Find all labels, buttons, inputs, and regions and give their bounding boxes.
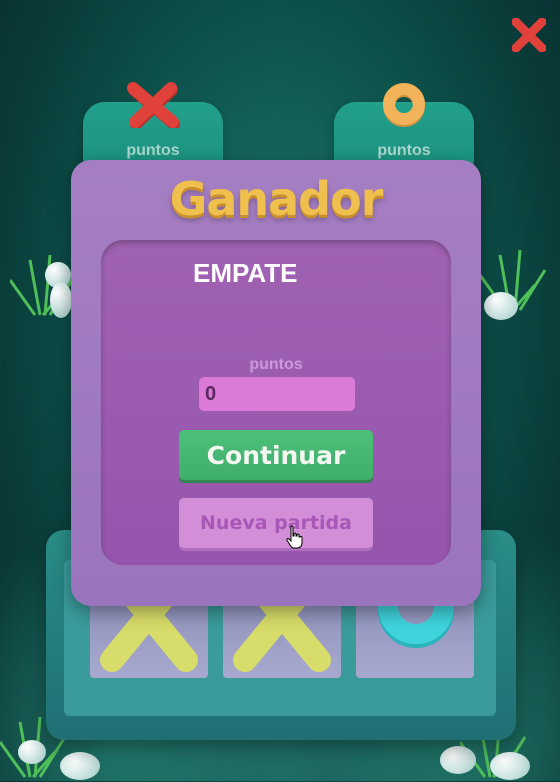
stone-decoration <box>60 752 100 780</box>
stone-decoration <box>18 740 46 764</box>
red-x-icon <box>127 82 180 128</box>
new-game-button[interactable]: Nueva partida <box>179 498 373 548</box>
stone-decoration <box>484 292 518 320</box>
winner-modal: Ganador EMPATE puntos Continuar Nueva pa… <box>71 160 481 606</box>
hand-pointer-icon <box>286 525 303 549</box>
stone-decoration <box>490 752 530 780</box>
orange-o-icon <box>383 83 425 127</box>
result-text: EMPATE <box>193 258 298 288</box>
player-o-points-label: puntos <box>377 142 431 159</box>
player-x-points-label: puntos <box>126 142 180 159</box>
stone-decoration <box>440 746 476 774</box>
modal-content-panel: EMPATE puntos Continuar Nueva partida <box>101 240 451 565</box>
modal-title: Ganador <box>169 172 384 226</box>
close-button[interactable] <box>511 17 547 53</box>
continue-button[interactable]: Continuar <box>179 430 373 480</box>
close-x-icon <box>511 17 547 53</box>
points-label: puntos <box>249 356 303 373</box>
points-input[interactable] <box>199 377 355 411</box>
stone-decoration <box>50 282 72 318</box>
